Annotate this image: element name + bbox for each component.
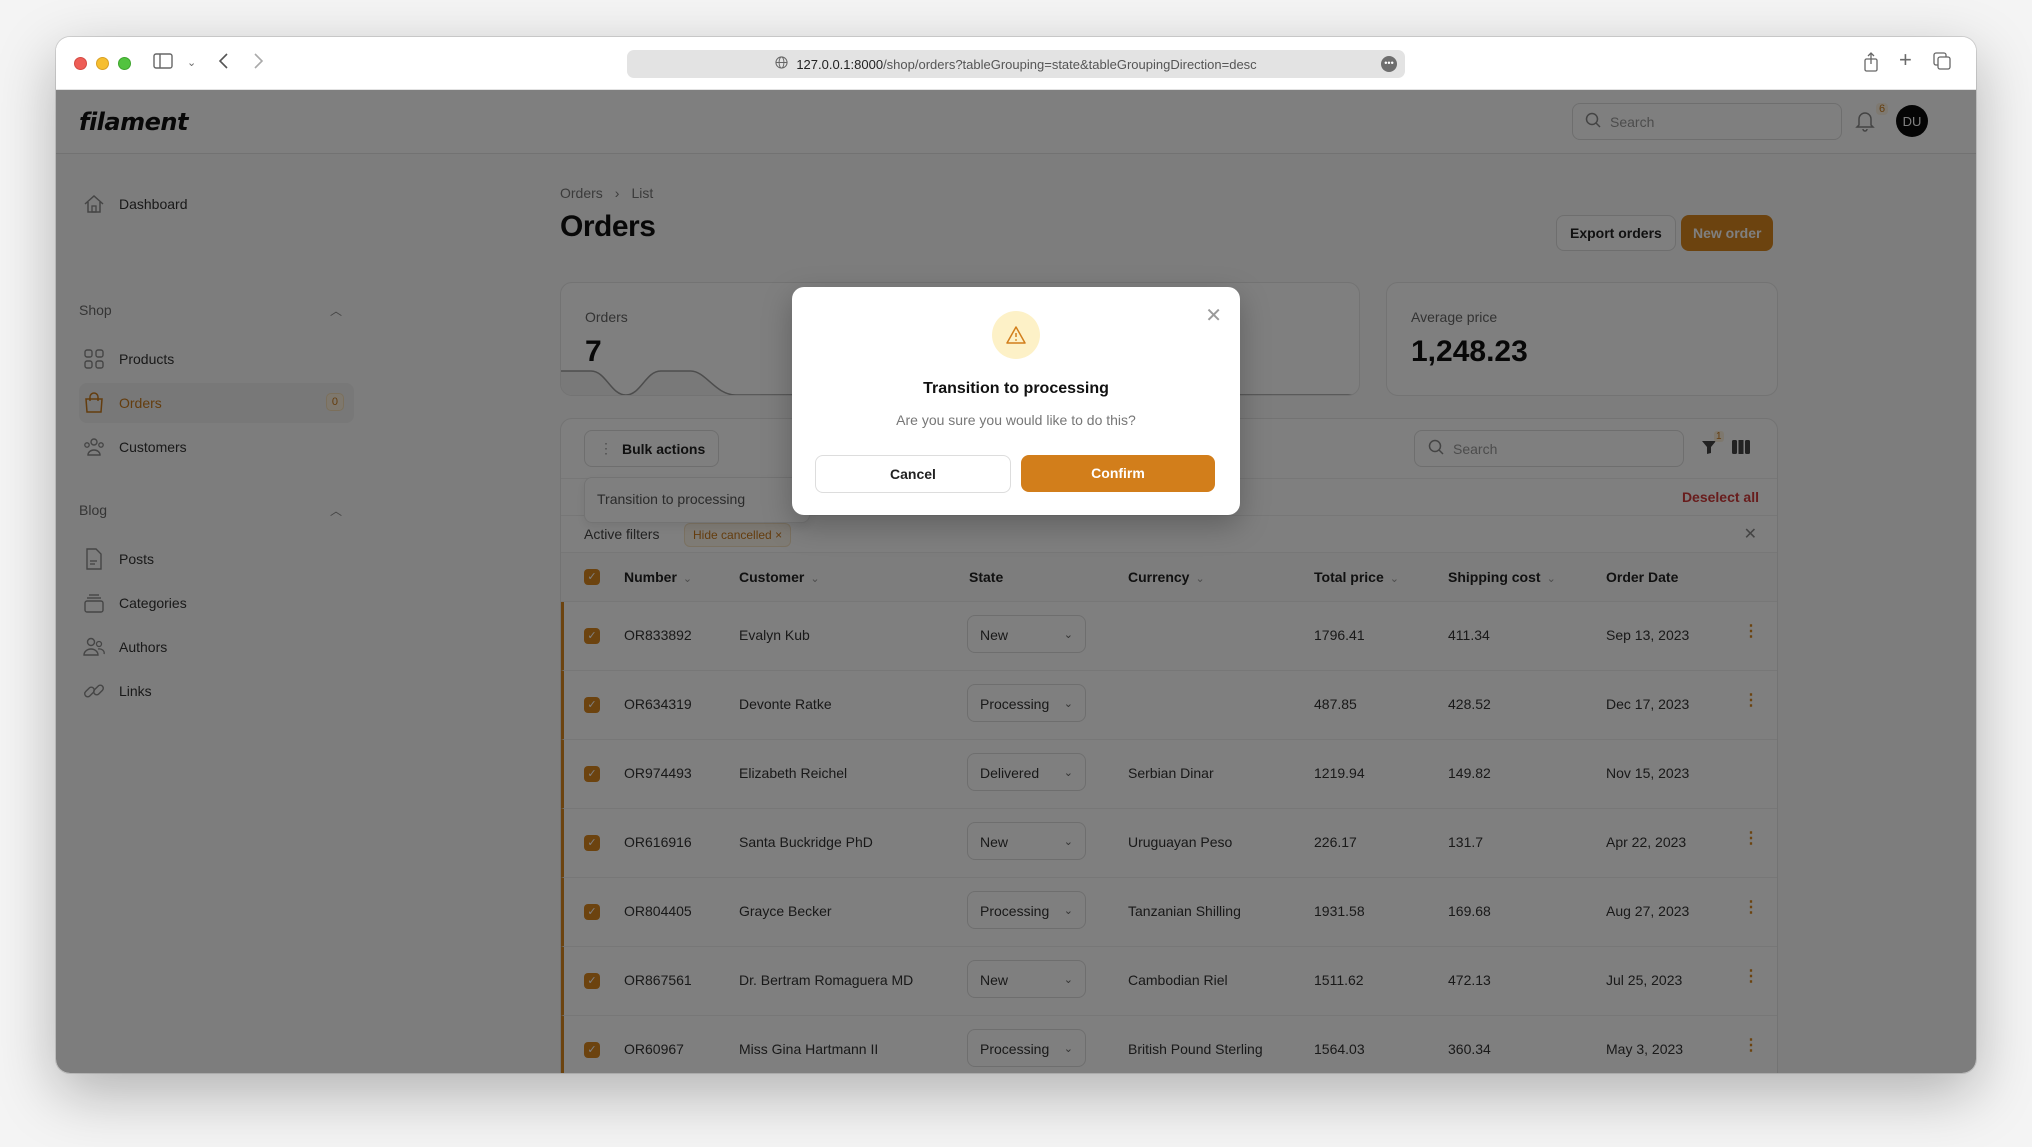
url-path: /shop/orders?tableGrouping=state&tableGr… (883, 56, 1257, 72)
close-window-button[interactable] (74, 57, 87, 70)
browser-window: ⌄ 127.0.0.1:8000/shop/orders?tableGroupi… (56, 37, 1976, 1073)
tabs-overview-icon[interactable] (1933, 52, 1951, 75)
address-bar[interactable]: 127.0.0.1:8000/shop/orders?tableGrouping… (627, 50, 1405, 78)
close-modal-icon[interactable]: ✕ (1205, 303, 1222, 328)
app: filament Search 6 DU Dashboard Shop (56, 90, 1976, 1073)
globe-icon (775, 56, 788, 72)
modal-description: Are you sure you would like to do this? (896, 412, 1136, 428)
modal-title: Transition to processing (923, 380, 1109, 397)
browser-titlebar: ⌄ 127.0.0.1:8000/shop/orders?tableGroupi… (56, 37, 1976, 90)
share-icon[interactable] (1863, 52, 1879, 77)
confirm-button[interactable]: Confirm (1021, 455, 1215, 492)
minimize-window-button[interactable] (96, 57, 109, 70)
window-controls (74, 57, 131, 70)
warning-icon (992, 311, 1040, 359)
url-host: 127.0.0.1:8000 (796, 56, 884, 72)
confirmation-modal: ✕ Transition to processing Are you sure … (792, 287, 1240, 515)
more-icon[interactable]: ••• (1381, 56, 1397, 72)
back-icon[interactable] (218, 52, 230, 75)
modal-backdrop[interactable] (56, 90, 1976, 1073)
cancel-button[interactable]: Cancel (815, 455, 1011, 493)
sidebar-toggle-icon[interactable] (153, 52, 173, 74)
forward-icon[interactable] (252, 52, 264, 75)
maximize-window-button[interactable] (118, 57, 131, 70)
chevron-down-icon[interactable]: ⌄ (187, 52, 196, 74)
new-tab-icon[interactable]: + (1899, 49, 1912, 71)
